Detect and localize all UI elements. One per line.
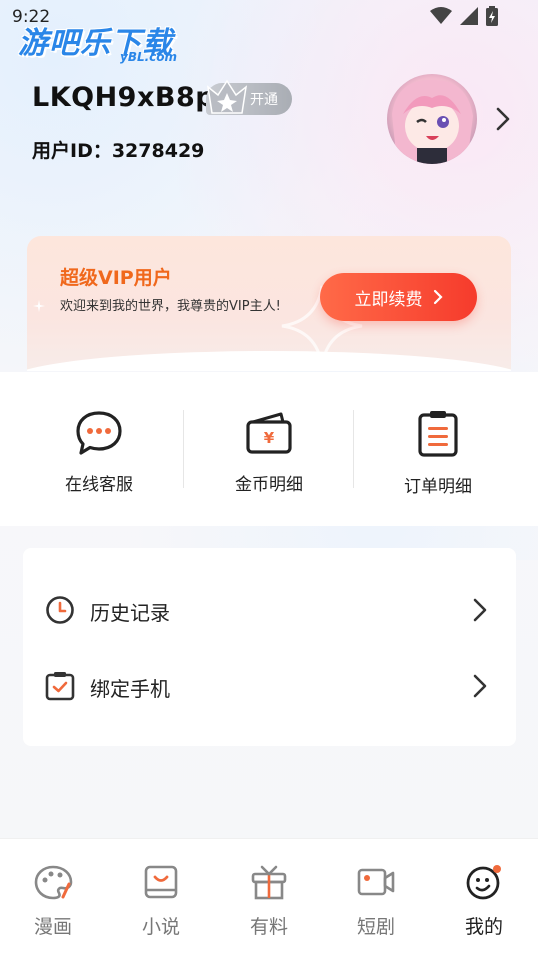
quick-item-label: 金币明细 xyxy=(235,475,303,495)
quick-item-online-service[interactable]: 在线客服 xyxy=(29,410,169,495)
battery-icon xyxy=(486,6,498,26)
wifi-icon xyxy=(430,7,452,24)
svg-text:¥: ¥ xyxy=(264,429,275,447)
clipboard-check-icon xyxy=(45,672,75,701)
vip-description: 欢迎来到我的世界，我尊贵的VIP主人! xyxy=(60,299,281,314)
quick-item-label: 订单明细 xyxy=(404,477,472,497)
anime-avatar-icon xyxy=(392,79,473,164)
quick-item-label: 在线客服 xyxy=(65,475,133,495)
palette-icon xyxy=(34,865,73,900)
clock-icon xyxy=(46,596,74,624)
book-icon xyxy=(144,865,178,899)
profile-face-icon xyxy=(466,865,501,900)
nav-tab-comics[interactable]: 漫画 xyxy=(8,864,98,939)
renew-button-label: 立即续费 xyxy=(354,289,423,310)
menu-card: 历史记录 绑定手机 xyxy=(23,548,516,746)
vip-chip-label: 开通 xyxy=(250,92,278,108)
bottom-nav: 漫画 小说 有料 短剧 我的 xyxy=(0,838,538,956)
avatar[interactable] xyxy=(387,74,477,164)
video-icon xyxy=(357,868,395,896)
quick-actions: 在线客服 ¥ 金币明细 订单明细 xyxy=(0,372,538,526)
vip-crown-icon xyxy=(206,79,248,114)
nav-tab-materials[interactable]: 有料 xyxy=(224,864,314,939)
nav-tab-mine[interactable]: 我的 xyxy=(439,864,529,939)
divider xyxy=(353,410,354,488)
chevron-right-icon xyxy=(473,598,487,622)
watermark-sub: yBL.com xyxy=(120,50,178,64)
nav-label: 我的 xyxy=(464,916,503,938)
nav-tab-novels[interactable]: 小说 xyxy=(116,864,206,939)
vip-title: 超级VIP用户 xyxy=(60,267,172,289)
menu-item-label: 历史记录 xyxy=(90,601,170,625)
chat-bubble-icon xyxy=(76,411,122,455)
quick-item-order-details[interactable]: 订单明细 xyxy=(368,410,508,497)
signal-icon xyxy=(460,7,478,25)
nav-tab-short-dramas[interactable]: 短剧 xyxy=(331,864,421,939)
renew-button[interactable]: 立即续费 xyxy=(320,273,477,321)
vip-banner: 超级VIP用户 欢迎来到我的世界，我尊贵的VIP主人! 立即续费 xyxy=(27,236,511,371)
nav-label: 短剧 xyxy=(356,916,395,938)
user-id: 用户ID：3278429 xyxy=(32,140,205,162)
menu-item-bind-phone[interactable]: 绑定手机 xyxy=(23,656,516,716)
clipboard-list-icon xyxy=(418,411,458,457)
vip-open-chip[interactable]: 开通 xyxy=(206,79,292,115)
username: LKQH9xB8p xyxy=(32,82,216,113)
nav-label: 有料 xyxy=(249,916,288,938)
nav-label: 漫画 xyxy=(33,916,72,938)
divider xyxy=(183,410,184,488)
menu-item-history[interactable]: 历史记录 xyxy=(23,580,516,640)
status-icons xyxy=(430,6,498,26)
profile-chevron-right-icon[interactable] xyxy=(495,106,511,132)
gift-icon xyxy=(251,865,287,900)
banner-star-icon xyxy=(33,300,45,312)
chevron-right-icon xyxy=(433,289,443,305)
wallet-icon: ¥ xyxy=(246,412,292,454)
nav-label: 小说 xyxy=(141,916,180,938)
menu-item-label: 绑定手机 xyxy=(90,677,170,701)
chevron-right-icon xyxy=(473,674,487,698)
quick-item-coin-details[interactable]: ¥ 金币明细 xyxy=(199,410,339,495)
